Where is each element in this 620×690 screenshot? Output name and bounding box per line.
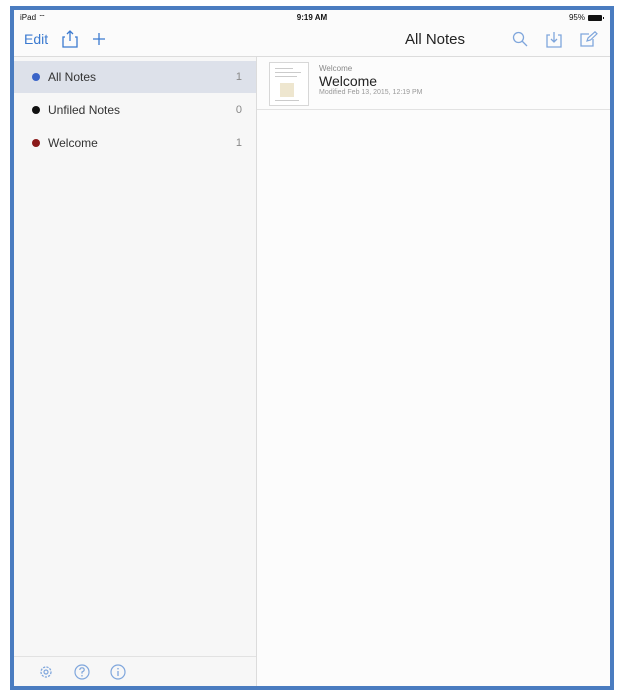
sidebar-item-welcome[interactable]: Welcome 1 bbox=[14, 127, 256, 159]
sidebar: All Notes 1 Unfiled Notes 0 Welcome 1 bbox=[14, 57, 257, 686]
sidebar-item-label: All Notes bbox=[48, 70, 97, 84]
add-icon[interactable] bbox=[92, 32, 106, 46]
battery-icon bbox=[588, 14, 604, 21]
battery-percent: 95% bbox=[568, 13, 585, 22]
status-time: 9:19 AM bbox=[296, 13, 328, 22]
notebook-dot bbox=[32, 106, 40, 114]
import-icon[interactable] bbox=[546, 30, 562, 48]
sidebar-item-unfiled-notes[interactable]: Unfiled Notes 0 bbox=[14, 94, 256, 126]
note-list-item[interactable]: Welcome Welcome Modified Feb 13, 2015, 1… bbox=[257, 57, 610, 110]
notes-list: Welcome Welcome Modified Feb 13, 2015, 1… bbox=[257, 57, 610, 686]
note-title: Welcome bbox=[319, 73, 378, 89]
sidebar-item-all-notes[interactable]: All Notes 1 bbox=[14, 61, 256, 93]
share-icon[interactable] bbox=[62, 30, 78, 48]
sidebar-item-count: 1 bbox=[235, 71, 242, 83]
nav-bar: Edit All Notes bbox=[14, 24, 610, 56]
sidebar-item-label: Unfiled Notes bbox=[48, 103, 121, 117]
note-thumbnail bbox=[269, 62, 309, 106]
status-bar: iPad ⌔ 9:19 AM 95% bbox=[14, 10, 610, 24]
sidebar-item-count: 1 bbox=[235, 137, 242, 149]
compose-icon[interactable] bbox=[580, 31, 598, 47]
search-icon[interactable] bbox=[512, 31, 528, 47]
sidebar-item-count: 0 bbox=[235, 104, 242, 116]
app-frame: iPad ⌔ 9:19 AM 95% Edit All Notes All No… bbox=[10, 6, 614, 690]
edit-button[interactable]: Edit bbox=[24, 31, 48, 47]
sidebar-footer bbox=[14, 656, 256, 686]
gear-icon[interactable] bbox=[38, 664, 54, 680]
note-modified: Modified Feb 13, 2015, 12:19 PM bbox=[319, 89, 423, 96]
info-icon[interactable] bbox=[110, 663, 126, 680]
notebook-dot bbox=[32, 73, 40, 81]
help-icon[interactable] bbox=[74, 663, 90, 680]
status-battery: 95% bbox=[568, 13, 604, 22]
sidebar-item-label: Welcome bbox=[48, 136, 98, 150]
notebook-dot bbox=[32, 139, 40, 147]
note-notebook: Welcome bbox=[319, 64, 353, 73]
